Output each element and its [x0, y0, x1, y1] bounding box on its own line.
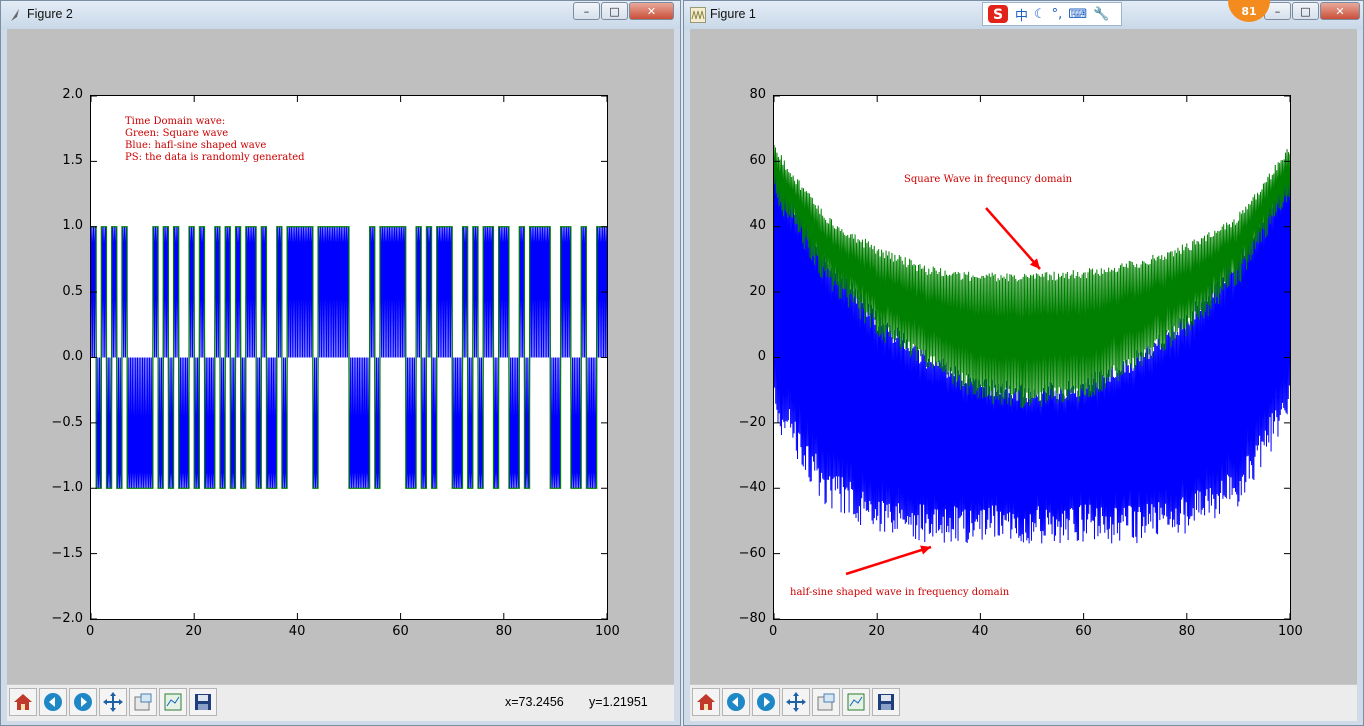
- x-tick-label: 60: [1075, 624, 1092, 639]
- svg-text:S: S: [993, 7, 1003, 23]
- cursor-x-readout: x=73.2456: [505, 695, 564, 709]
- save-button[interactable]: [872, 688, 900, 716]
- figure2-titlebar[interactable]: Figure 2 – □ ✕: [1, 1, 680, 29]
- x-tick-label: 40: [288, 624, 306, 639]
- x-tick-label: 80: [1178, 624, 1196, 639]
- square-wave-arrow: [985, 207, 1041, 270]
- x-tick-label: 20: [868, 624, 885, 639]
- figure2-canvas[interactable]: Time Domain wave: Green: Square wave Blu…: [7, 29, 674, 721]
- annotation-line: Time Domain wave:: [125, 116, 226, 127]
- home-button[interactable]: [692, 688, 720, 716]
- annotation-line: PS: the data is randomly generated: [125, 152, 305, 163]
- y-tick-label: 0.0: [62, 349, 83, 364]
- y-tick-label: 80: [749, 87, 766, 102]
- pan-button[interactable]: [99, 688, 127, 716]
- y-tick-label: 0.5: [62, 283, 83, 299]
- save-icon: [878, 694, 894, 710]
- time-domain-plot-svg: [91, 96, 607, 619]
- figure2-window: Figure 2 – □ ✕ Time Domain wave: Green: …: [0, 0, 681, 726]
- y-tick-label: −60: [738, 545, 766, 561]
- x-tick-label: 60: [392, 624, 409, 639]
- figure1-toolbar: [690, 684, 1357, 721]
- save-icon: [195, 694, 211, 710]
- maximize-button[interactable]: □: [601, 2, 628, 20]
- subplots-button[interactable]: [842, 688, 870, 716]
- figure2-toolbar: x=73.2456 y=1.21951: [7, 684, 674, 721]
- annotation-line: Green: Square wave: [125, 128, 229, 139]
- frequency-domain-plot-area[interactable]: Square Wave in frequncy domain half-sine…: [773, 95, 1291, 620]
- forward-icon: [74, 693, 92, 711]
- figure1-window: Figure 1 – □ ✕ Square Wave in frequncy d…: [683, 0, 1364, 726]
- minimize-button[interactable]: –: [573, 2, 600, 20]
- half-sine-annotation: half-sine shaped wave in frequency domai…: [790, 587, 1010, 598]
- figure1-title: Figure 1: [710, 7, 756, 21]
- back-icon: [44, 693, 62, 711]
- x-tick-label: 20: [185, 624, 202, 639]
- figure2-title: Figure 2: [27, 7, 73, 21]
- feather-icon: [11, 9, 19, 21]
- wrench-icon[interactable]: 🔧: [1093, 7, 1109, 22]
- x-tick-label: 0: [86, 624, 95, 639]
- y-tick-label: 1.5: [62, 152, 83, 168]
- home-icon: [14, 694, 32, 710]
- y-tick-label: −40: [738, 480, 766, 495]
- keyboard-icon[interactable]: ⌨: [1068, 7, 1087, 22]
- punctuation-icon[interactable]: °,: [1052, 7, 1063, 22]
- y-tick-label: 60: [749, 152, 766, 168]
- waveform-icon: [690, 7, 706, 23]
- zoom-button[interactable]: [812, 688, 840, 716]
- close-button[interactable]: ✕: [1320, 2, 1360, 20]
- y-tick-label: −2.0: [51, 611, 83, 626]
- forward-button[interactable]: [752, 688, 780, 716]
- home-button[interactable]: [9, 688, 37, 716]
- zoom-icon: [817, 693, 835, 711]
- pan-icon: [786, 692, 806, 712]
- home-icon: [697, 694, 715, 710]
- square-wave-line: [91, 226, 607, 489]
- ime-toolbar[interactable]: S 中 ☾ °, ⌨ 🔧: [982, 2, 1122, 26]
- pan-button[interactable]: [782, 688, 810, 716]
- moon-icon[interactable]: ☾: [1034, 7, 1046, 22]
- subplots-icon: [847, 693, 865, 711]
- close-button[interactable]: ✕: [629, 2, 674, 20]
- y-tick-label: 1.0: [62, 218, 83, 233]
- zoom-icon: [134, 693, 152, 711]
- y-tick-label: −0.5: [51, 414, 83, 430]
- zoom-button[interactable]: [129, 688, 157, 716]
- x-tick-label: 100: [595, 624, 620, 639]
- cursor-y-readout: y=1.21951: [589, 695, 648, 709]
- time-domain-annotation: Time Domain wave: Green: Square wave Blu…: [125, 116, 305, 164]
- back-icon: [727, 693, 745, 711]
- y-tick-label: −1.0: [51, 480, 83, 495]
- y-tick-label: −20: [738, 414, 766, 430]
- y-tick-label: 40: [749, 218, 766, 233]
- subplots-button[interactable]: [159, 688, 187, 716]
- ime-chinese-mode[interactable]: 中: [1015, 5, 1028, 24]
- y-tick-label: −1.5: [51, 545, 83, 561]
- forward-button[interactable]: [69, 688, 97, 716]
- maximize-button[interactable]: □: [1292, 2, 1319, 20]
- x-tick-label: 40: [971, 624, 989, 639]
- y-tick-label: −80: [738, 611, 766, 626]
- forward-icon: [757, 693, 775, 711]
- y-tick-label: 0: [757, 349, 766, 364]
- annotation-line: Blue: hafl-sine shaped wave: [125, 140, 267, 151]
- sogou-logo-icon: S: [988, 5, 1008, 23]
- x-tick-label: 100: [1278, 624, 1303, 639]
- square-wave-annotation: Square Wave in frequncy domain: [904, 174, 1073, 185]
- pan-icon: [103, 692, 123, 712]
- back-button[interactable]: [722, 688, 750, 716]
- save-button[interactable]: [189, 688, 217, 716]
- x-tick-label: 80: [495, 624, 513, 639]
- back-button[interactable]: [39, 688, 67, 716]
- figure1-canvas[interactable]: Square Wave in frequncy domain half-sine…: [690, 29, 1357, 721]
- subplots-icon: [164, 693, 182, 711]
- y-tick-label: 20: [749, 283, 766, 299]
- y-tick-label: 2.0: [62, 87, 83, 102]
- x-tick-label: 0: [769, 624, 778, 639]
- half-sine-arrow: [845, 545, 932, 576]
- time-domain-plot-area[interactable]: Time Domain wave: Green: Square wave Blu…: [90, 95, 608, 620]
